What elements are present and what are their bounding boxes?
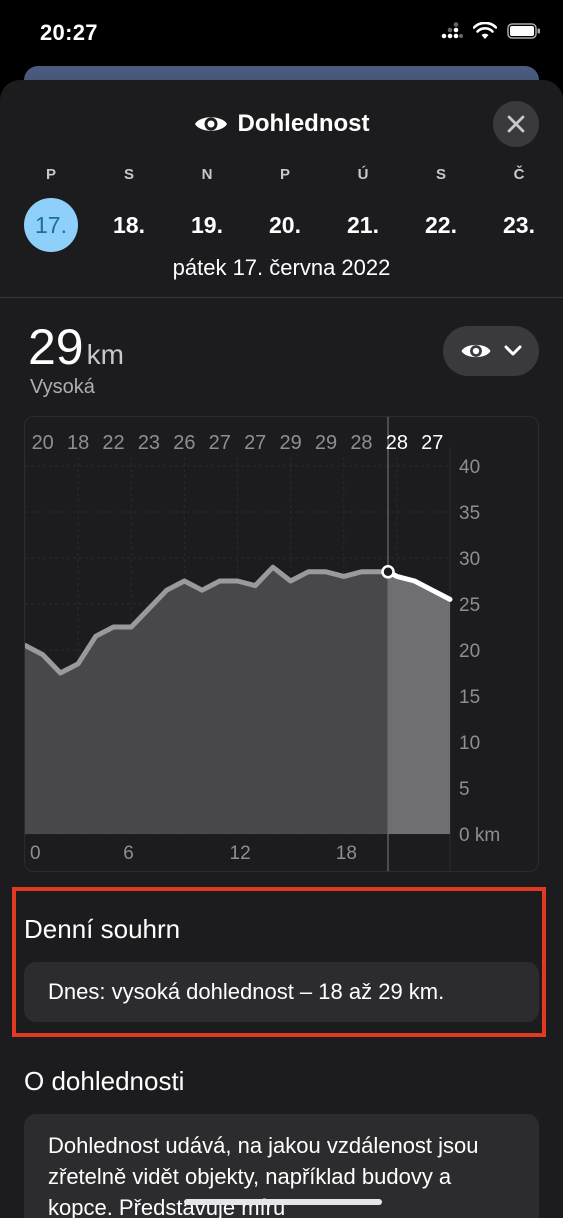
day-letter: N — [201, 166, 213, 183]
hourly-value-label: 27 — [209, 432, 231, 454]
day-item-0[interactable]: P 17. — [21, 166, 81, 252]
y-tick-label: 20 — [459, 641, 480, 662]
day-letter: P — [279, 166, 290, 183]
hourly-value-label: 27 — [421, 432, 443, 454]
day-letter: S — [123, 166, 134, 183]
chart-area-future — [388, 571, 450, 834]
current-value-label: Vysoká — [30, 376, 95, 398]
day-item-2[interactable]: N 19. — [177, 166, 237, 250]
y-tick-label: 15 — [459, 687, 480, 708]
day-letter: S — [435, 166, 446, 183]
cellular-icon — [441, 22, 463, 39]
y-tick-label: 35 — [459, 503, 480, 524]
current-time-marker — [381, 565, 395, 579]
eye-icon — [194, 117, 227, 131]
x-tick-label: 0 — [30, 843, 41, 864]
hourly-value-label: 20 — [32, 432, 54, 454]
full-date: pátek 17. června 2022 — [172, 255, 391, 280]
status-time: 20:27 — [40, 20, 98, 45]
visibility-sheet: Dohlednost P 17. S 18. N 19. P 20. Ú 21.… — [0, 80, 563, 1218]
y-tick-label: 0 km — [459, 825, 500, 846]
y-tick-label: 10 — [459, 733, 480, 754]
day-number: 18. — [113, 212, 145, 238]
divider — [0, 297, 563, 298]
hourly-value-label: 29 — [279, 432, 301, 454]
close-icon — [507, 115, 525, 133]
day-item-1[interactable]: S 18. — [99, 166, 159, 250]
status-icons — [441, 22, 541, 40]
status-bar: 20:27 — [0, 0, 563, 66]
visibility-chart[interactable]: 20 18 22 23 26 27 27 29 29 28 28 27 40 35 30 25 20 15 10 5 0… — [24, 416, 539, 872]
hourly-value-label: 22 — [102, 432, 124, 454]
hourly-value-label: 28 — [350, 432, 372, 454]
chart-area-past — [25, 567, 389, 834]
hourly-value-label: 26 — [173, 432, 195, 454]
y-tick-label: 25 — [459, 595, 480, 616]
x-tick-label: 6 — [123, 843, 134, 864]
current-value-unit: km — [86, 339, 124, 370]
day-letter: P — [45, 166, 56, 183]
home-indicator — [184, 1199, 382, 1205]
day-number: 23. — [503, 212, 535, 238]
current-value-number: 29 — [28, 319, 84, 375]
chart-svg: 20 18 22 23 26 27 27 29 29 28 28 27 40 35 30 25 20 15 10 5 0… — [25, 417, 500, 871]
metric-selector-button[interactable] — [443, 326, 539, 376]
battery-icon — [507, 23, 540, 39]
sheet-title-text: Dohlednost — [237, 110, 370, 137]
hourly-value-label: 18 — [67, 432, 89, 454]
wifi-icon — [473, 22, 497, 39]
hourly-value-label: 23 — [138, 432, 160, 454]
highlight-box — [12, 887, 546, 1037]
day-item-4[interactable]: Ú 21. — [333, 166, 393, 250]
sheet-title: Dohlednost — [0, 110, 563, 138]
y-tick-label: 30 — [459, 549, 480, 570]
day-number: 19. — [191, 212, 223, 238]
close-button[interactable] — [493, 101, 539, 147]
hourly-value-label: 29 — [315, 432, 337, 454]
day-item-3[interactable]: P 20. — [255, 166, 315, 250]
y-tick-label: 40 — [459, 457, 480, 478]
y-tick-label: 5 — [459, 779, 470, 800]
day-number: 22. — [425, 212, 457, 238]
day-picker: P 17. S 18. N 19. P 20. Ú 21. S 22. Č 23… — [0, 166, 563, 252]
day-item-6[interactable]: Č 23. — [489, 166, 549, 250]
hourly-value-label: 28 — [386, 432, 408, 454]
x-tick-label: 18 — [336, 843, 357, 864]
day-item-5[interactable]: S 22. — [411, 166, 471, 250]
day-letter: Ú — [357, 166, 369, 183]
day-number: 21. — [347, 212, 379, 238]
x-tick-label: 12 — [230, 843, 251, 864]
hourly-value-label: 27 — [244, 432, 266, 454]
eye-icon — [461, 344, 491, 358]
day-letter: Č — [513, 166, 525, 183]
day-number: 20. — [269, 212, 301, 238]
chevron-down-icon — [504, 345, 522, 356]
current-value: 29 km — [28, 318, 124, 376]
day-number-selected: 17. — [24, 198, 78, 252]
about-title: O dohlednosti — [24, 1066, 185, 1096]
